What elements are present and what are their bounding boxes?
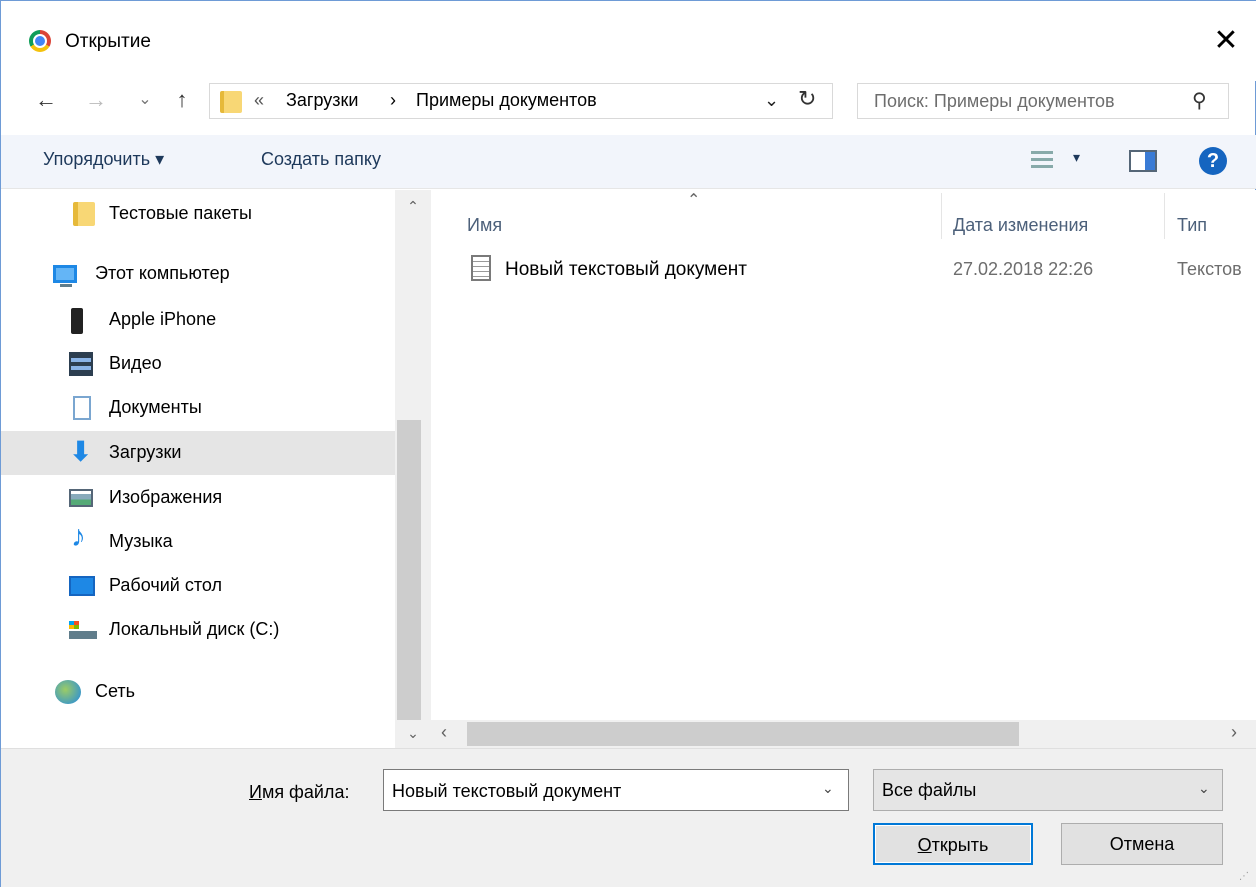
sidebar-item-pictures[interactable]: Изображения: [1, 476, 395, 520]
new-folder-button[interactable]: Создать папку: [261, 149, 381, 170]
downloads-icon: ⬇: [69, 436, 93, 467]
filename-field[interactable]: Новый текстовый документ ⌄: [383, 769, 849, 811]
sidebar-item-label: Документы: [109, 397, 202, 417]
sidebar-item-label: Видео: [109, 353, 162, 373]
sidebar-item-this-pc[interactable]: Этот компьютер: [1, 252, 395, 296]
sidebar-item-label: Загрузки: [109, 442, 182, 462]
file-type-value[interactable]: Все файлы: [882, 780, 976, 801]
chevron-down-icon[interactable]: ⌄: [764, 90, 779, 111]
pictures-icon: [69, 489, 93, 507]
breadcrumb-examples[interactable]: Примеры документов: [416, 90, 597, 111]
filename-label-accesskey: И: [249, 782, 262, 802]
computer-icon: [53, 265, 77, 287]
up-button[interactable]: ↑: [167, 85, 197, 115]
breadcrumb-downloads[interactable]: Загрузки: [286, 90, 358, 111]
phone-icon: [71, 308, 83, 334]
chevron-down-icon[interactable]: ⌄: [822, 780, 834, 797]
open-dialog: Открытие ✕ ← → ⌄ ↑ « Загрузки › Примеры …: [0, 0, 1256, 887]
search-icon[interactable]: ⚲: [1192, 88, 1207, 113]
preview-pane-icon[interactable]: [1129, 150, 1157, 172]
sidebar-item-label: Этот компьютер: [95, 263, 230, 283]
sidebar-item-video[interactable]: Видео: [1, 342, 395, 386]
navigation-pane: Тестовые пакеты Этот компьютер Apple iPh…: [1, 190, 431, 748]
column-header-type[interactable]: Тип: [1177, 215, 1207, 236]
cancel-button[interactable]: Отмена: [1061, 823, 1223, 865]
resize-grip-icon[interactable]: ⋰: [1239, 871, 1249, 882]
sidebar-item-music[interactable]: ♪ Музыка: [1, 520, 395, 564]
filename-label: Имя файла:: [249, 782, 349, 803]
sidebar-item-label: Изображения: [109, 487, 223, 507]
sidebar-item-desktop[interactable]: Рабочий стол: [1, 564, 395, 608]
address-bar[interactable]: « Загрузки › Примеры документов ⌄ ↻: [209, 83, 833, 119]
sidebar-item-local-disk[interactable]: Локальный диск (C:): [1, 608, 395, 652]
sidebar-item-test-packages[interactable]: Тестовые пакеты: [1, 192, 395, 236]
scroll-left-icon[interactable]: ‹: [441, 722, 447, 743]
organize-button[interactable]: Упорядочить ▾: [43, 149, 164, 170]
forward-button[interactable]: →: [81, 85, 111, 115]
column-header-date[interactable]: Дата изменения: [953, 215, 1088, 236]
folder-icon: [73, 202, 95, 226]
sidebar-item-label: Музыка: [109, 531, 173, 551]
view-dropdown-button[interactable]: ▾: [1073, 149, 1080, 166]
navigation-scrollbar[interactable]: ⌃ ⌄: [395, 190, 431, 748]
video-icon: [69, 352, 93, 376]
search-input[interactable]: Поиск: Примеры документов: [874, 91, 1115, 112]
column-divider[interactable]: [1164, 193, 1165, 239]
file-type[interactable]: Текстов: [1177, 259, 1242, 280]
sidebar-item-label: Локальный диск (C:): [109, 619, 280, 639]
breadcrumb-overflow[interactable]: «: [254, 90, 264, 111]
open-button[interactable]: Открыть: [873, 823, 1033, 865]
command-toolbar: Упорядочить ▾ Создать папку ▾ ?: [1, 135, 1256, 189]
refresh-icon[interactable]: ↻: [798, 86, 816, 112]
file-name[interactable]: Новый текстовый документ: [505, 259, 747, 281]
sidebar-item-label: Apple iPhone: [109, 309, 217, 329]
breadcrumb-separator[interactable]: ›: [390, 90, 396, 111]
documents-icon: [73, 396, 91, 420]
recent-locations-button[interactable]: ⌄: [133, 85, 157, 115]
column-divider[interactable]: [941, 193, 942, 239]
chevron-down-icon[interactable]: ⌄: [1198, 780, 1210, 797]
sidebar-item-label: Рабочий стол: [109, 575, 222, 595]
sidebar-item-downloads[interactable]: ⬇ Загрузки: [1, 431, 395, 475]
disk-icon: [69, 621, 97, 639]
window-title: Открытие: [65, 31, 151, 52]
column-header-name[interactable]: Имя: [467, 215, 502, 236]
sidebar-item-documents[interactable]: Документы: [1, 386, 395, 430]
title-bar: [1, 1, 1256, 81]
sidebar-item-network[interactable]: Сеть: [1, 670, 395, 714]
sidebar-item-iphone[interactable]: Apple iPhone: [1, 298, 395, 342]
file-date[interactable]: 27.02.2018 22:26: [953, 259, 1093, 280]
sort-indicator-icon: ⌃: [687, 192, 701, 209]
scrollbar-thumb[interactable]: [467, 722, 1019, 746]
desktop-icon: [69, 576, 95, 596]
sidebar-item-label: Тестовые пакеты: [109, 203, 252, 223]
chrome-icon: [29, 30, 51, 52]
filename-value[interactable]: Новый текстовый документ: [392, 781, 621, 802]
network-icon: [55, 680, 81, 704]
filename-label-text: мя файла:: [261, 782, 350, 802]
close-button[interactable]: ✕: [1206, 21, 1246, 61]
search-box[interactable]: Поиск: Примеры документов ⚲: [857, 83, 1229, 119]
sidebar-item-label: Сеть: [95, 681, 136, 701]
view-options-icon[interactable]: [1031, 149, 1053, 171]
back-button[interactable]: ←: [31, 85, 61, 115]
text-file-icon[interactable]: [471, 255, 491, 281]
folder-icon: [220, 91, 242, 113]
scroll-up-icon[interactable]: ⌃: [395, 198, 431, 215]
scrollbar-thumb[interactable]: [397, 420, 421, 720]
open-label: ткрыть: [931, 835, 989, 855]
help-icon[interactable]: ?: [1199, 147, 1227, 175]
file-type-select[interactable]: Все файлы ⌄: [873, 769, 1223, 811]
open-accesskey: О: [917, 835, 932, 855]
music-icon: ♪: [71, 520, 86, 553]
horizontal-scrollbar[interactable]: ‹ ›: [431, 720, 1256, 748]
scroll-right-icon[interactable]: ›: [1231, 722, 1237, 743]
scroll-down-icon[interactable]: ⌄: [395, 725, 431, 742]
